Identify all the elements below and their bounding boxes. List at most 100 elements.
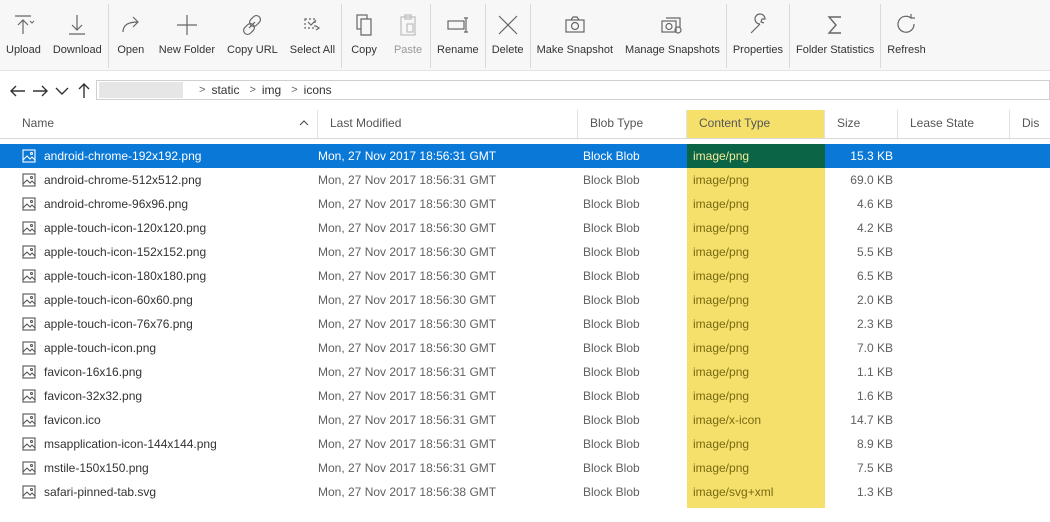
cell-size: 4.2 KB: [856, 221, 893, 235]
cell-blob-type: Block Blob: [583, 365, 640, 379]
delete-icon: [495, 12, 521, 38]
toolbar-group: Copy Paste: [342, 4, 432, 68]
toolbar-button-label: Properties: [732, 44, 783, 56]
rename-button[interactable]: Rename: [431, 4, 485, 68]
copy-button[interactable]: Copy: [342, 4, 386, 68]
select-all-icon: [299, 12, 325, 38]
breadcrumb-separator-icon: >: [249, 84, 256, 96]
file-name: android-chrome-512x512.png: [44, 173, 202, 187]
delete-button[interactable]: Delete: [486, 4, 530, 68]
cell-content-type: image/png: [687, 288, 825, 312]
table-row[interactable]: mstile-150x150.png Mon, 27 Nov 2017 18:5…: [0, 456, 1050, 480]
column-header-label: Lease State: [910, 116, 975, 130]
download-button[interactable]: Download: [47, 4, 108, 68]
upload-button[interactable]: Upload: [0, 4, 47, 68]
open-button[interactable]: Open: [109, 4, 153, 68]
upload-icon: [10, 12, 36, 38]
file-name: apple-touch-icon-152x152.png: [44, 245, 207, 259]
table-row[interactable]: android-chrome-192x192.png Mon, 27 Nov 2…: [0, 144, 1050, 168]
properties-button[interactable]: Properties: [727, 4, 789, 68]
breadcrumb-separator-icon: >: [291, 84, 298, 96]
cell-name: android-chrome-96x96.png: [0, 192, 318, 216]
cell-blob-type: Block Blob: [583, 485, 640, 499]
table-row[interactable]: apple-touch-icon-180x180.png Mon, 27 Nov…: [0, 264, 1050, 288]
toolbar-button-label: Select All: [289, 44, 336, 56]
image-file-icon: [22, 461, 36, 475]
table-row[interactable]: apple-touch-icon-60x60.png Mon, 27 Nov 2…: [0, 288, 1050, 312]
select-all-button[interactable]: Select All: [284, 4, 341, 68]
cell-blob-type: Block Blob: [583, 341, 640, 355]
toolbar-button-label: Refresh: [887, 44, 926, 56]
table-row[interactable]: apple-touch-icon.png Mon, 27 Nov 2017 18…: [0, 336, 1050, 360]
cell-size: 7.5 KB: [856, 461, 893, 475]
file-name: apple-touch-icon.png: [44, 341, 157, 355]
file-name: safari-pinned-tab.svg: [44, 485, 157, 499]
path-field[interactable]: > static > img > icons: [96, 80, 1050, 100]
column-header-label: Dis: [1022, 116, 1040, 130]
folder-statistics-button[interactable]: Folder Statistics: [790, 4, 880, 68]
refresh-icon: [894, 12, 920, 38]
column-header-name[interactable]: Name: [0, 110, 318, 138]
table-row[interactable]: favicon-32x32.png Mon, 27 Nov 2017 18:56…: [0, 384, 1050, 408]
column-header-label: Content Type: [699, 116, 771, 130]
cell-last-modified: Mon, 27 Nov 2017 18:56:31 GMT: [318, 461, 497, 475]
content-type-column-highlight: [687, 504, 825, 508]
back-arrow-icon[interactable]: [8, 81, 28, 101]
image-file-icon: [22, 317, 36, 331]
cell-blob-type: Block Blob: [583, 461, 640, 475]
image-file-icon: [22, 269, 36, 283]
make-snapshot-button[interactable]: Make Snapshot: [531, 4, 619, 68]
table-row[interactable]: safari-pinned-tab.svg Mon, 27 Nov 2017 1…: [0, 480, 1050, 504]
column-header-disposition[interactable]: Dis: [1010, 110, 1050, 138]
breadcrumb-item[interactable]: > static: [199, 83, 239, 97]
cell-size: 1.3 KB: [856, 485, 893, 499]
cell-lease-state: [897, 192, 1050, 216]
table-row[interactable]: favicon-16x16.png Mon, 27 Nov 2017 18:56…: [0, 360, 1050, 384]
cell-name: favicon-16x16.png: [0, 360, 318, 384]
column-header-content-type[interactable]: Content Type: [687, 110, 825, 138]
refresh-button[interactable]: Refresh: [881, 4, 932, 68]
table-row[interactable]: apple-touch-icon-120x120.png Mon, 27 Nov…: [0, 216, 1050, 240]
address-bar: > static > img > icons: [0, 78, 1050, 104]
toolbar-button-label: Rename: [437, 44, 479, 56]
cell-size: 4.6 KB: [856, 197, 893, 211]
cell-content-type: image/png: [687, 312, 825, 336]
cell-last-modified: Mon, 27 Nov 2017 18:56:30 GMT: [318, 293, 497, 307]
forward-arrow-icon[interactable]: [30, 81, 50, 101]
up-arrow-icon[interactable]: [74, 81, 94, 101]
column-header-size[interactable]: Size: [825, 110, 898, 138]
cell-content-type: image/x-icon: [687, 408, 825, 432]
manage-snapshots-button[interactable]: Manage Snapshots: [619, 4, 726, 68]
table-row[interactable]: android-chrome-96x96.png Mon, 27 Nov 201…: [0, 192, 1050, 216]
chevron-down-icon[interactable]: [52, 81, 72, 101]
table-row[interactable]: android-chrome-512x512.png Mon, 27 Nov 2…: [0, 168, 1050, 192]
cell-lease-state: [897, 216, 1050, 240]
column-header-last-modified[interactable]: Last Modified: [318, 110, 578, 138]
column-header-blob-type[interactable]: Blob Type: [578, 110, 687, 138]
column-header-label: Name: [22, 116, 55, 130]
copy-url-button[interactable]: Copy URL: [221, 4, 284, 68]
table-row[interactable]: apple-touch-icon-76x76.png Mon, 27 Nov 2…: [0, 312, 1050, 336]
breadcrumb-item[interactable]: > icons: [291, 83, 331, 97]
cell-content-type: image/png: [687, 432, 825, 456]
new-folder-button[interactable]: New Folder: [153, 4, 221, 68]
paste-icon: [395, 12, 421, 38]
cell-last-modified: Mon, 27 Nov 2017 18:56:31 GMT: [318, 389, 497, 403]
table-row[interactable]: msapplication-icon-144x144.png Mon, 27 N…: [0, 432, 1050, 456]
column-header-lease-state[interactable]: Lease State: [898, 110, 1010, 138]
cell-blob-type: Block Blob: [583, 197, 640, 211]
table-row[interactable]: favicon.ico Mon, 27 Nov 2017 18:56:31 GM…: [0, 408, 1050, 432]
cell-content-type: image/png: [687, 264, 825, 288]
cell-name: apple-touch-icon-60x60.png: [0, 288, 318, 312]
cell-name: apple-touch-icon-76x76.png: [0, 312, 318, 336]
image-file-icon: [22, 245, 36, 259]
cell-lease-state: [897, 240, 1050, 264]
breadcrumb-item[interactable]: > img: [249, 83, 281, 97]
breadcrumb: > static > img > icons: [189, 83, 332, 97]
cell-content-type: image/png: [687, 336, 825, 360]
table-row[interactable]: apple-touch-icon-152x152.png Mon, 27 Nov…: [0, 240, 1050, 264]
cell-blob-type: Block Blob: [583, 389, 640, 403]
cell-blob-type: Block Blob: [583, 413, 640, 427]
paste-button[interactable]: Paste: [386, 4, 430, 68]
download-icon: [64, 12, 90, 38]
